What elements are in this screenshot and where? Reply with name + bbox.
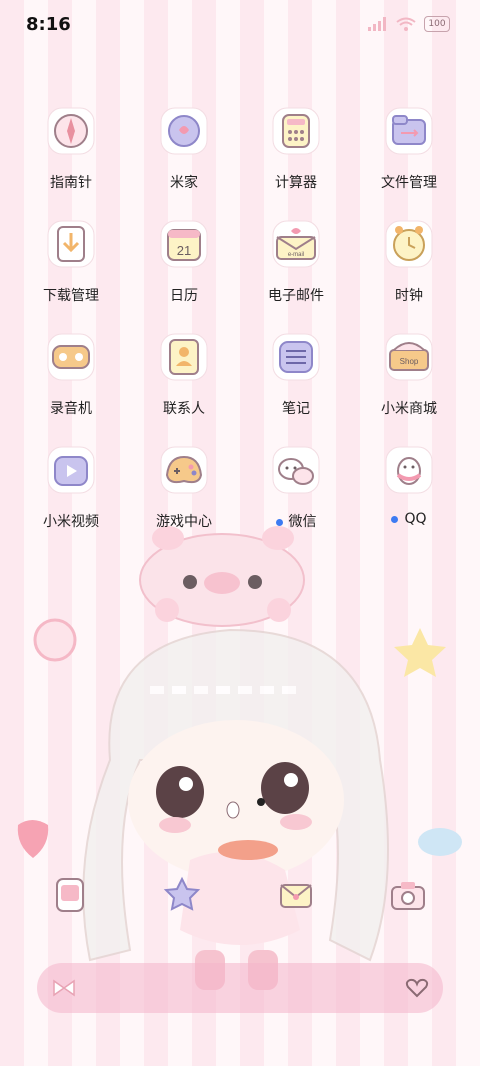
app-compass[interactable]: 指南针	[16, 106, 126, 192]
dock-phone[interactable]	[50, 875, 90, 919]
star-icon	[394, 628, 446, 677]
app-recorder[interactable]: 录音机	[16, 332, 126, 418]
app-calculator[interactable]: 计算器	[241, 106, 351, 192]
app-label: 小米视频	[43, 514, 99, 530]
app-file-manager[interactable]: 文件管理	[354, 106, 464, 192]
app-label: 下载管理	[43, 288, 99, 304]
file-manager-icon	[384, 106, 434, 156]
strawberry-icon	[17, 820, 49, 858]
mi-store-icon-text: Shop	[400, 357, 419, 366]
app-label: 时钟	[395, 288, 423, 304]
app-contacts[interactable]: 联系人	[129, 332, 239, 418]
mi-store-icon: Shop	[384, 332, 434, 382]
qq-icon	[384, 445, 434, 495]
app-mi-store[interactable]: Shop 小米商城	[354, 332, 464, 418]
game-center-icon	[159, 445, 209, 495]
bow-icon	[53, 979, 75, 997]
swirl-candy-icon	[33, 618, 77, 662]
app-label-text: 微信	[288, 514, 317, 530]
app-download-manager[interactable]: 下载管理	[16, 219, 126, 305]
messages-icon	[163, 876, 201, 911]
app-label: 指南针	[50, 175, 92, 191]
clock-icon	[384, 219, 434, 269]
dock-bar	[37, 963, 443, 1013]
app-label: 计算器	[275, 175, 317, 191]
phone-icon	[56, 878, 84, 912]
app-game-center[interactable]: 游戏中心	[129, 445, 239, 531]
app-label: 联系人	[163, 401, 205, 417]
app-clock[interactable]: 时钟	[354, 219, 464, 305]
download-icon	[46, 219, 96, 269]
video-icon	[46, 445, 96, 495]
app-label: 小米商城	[381, 401, 437, 417]
calendar-day-text: 21	[177, 243, 191, 258]
app-label: 电子邮件	[268, 288, 324, 304]
app-label: 录音机	[50, 401, 92, 417]
wechat-icon	[271, 445, 321, 495]
app-calendar[interactable]: 21 日历	[129, 219, 239, 305]
compass-icon	[46, 106, 96, 156]
app-notes[interactable]: 笔记	[241, 332, 351, 418]
dock-email[interactable]	[276, 875, 316, 919]
app-label: 米家	[170, 175, 198, 191]
camera-icon	[391, 882, 425, 910]
app-label: 文件管理	[381, 175, 437, 191]
app-label: 日历	[170, 288, 198, 304]
app-label: 微信	[241, 511, 351, 531]
mihome-icon	[159, 106, 209, 156]
calendar-icon: 21	[159, 219, 209, 269]
calculator-icon	[271, 106, 321, 156]
heart-icon	[405, 978, 429, 998]
app-email[interactable]: e-mail 电子邮件	[241, 219, 351, 305]
dock-messages[interactable]	[162, 875, 202, 919]
app-label: 游戏中心	[156, 514, 212, 530]
app-mi-video[interactable]: 小米视频	[16, 445, 126, 531]
app-wechat[interactable]: 微信	[241, 445, 351, 531]
app-label: QQ	[354, 511, 464, 527]
app-qq[interactable]: QQ	[354, 445, 464, 527]
contacts-icon	[159, 332, 209, 382]
fish-icon	[418, 828, 462, 856]
notification-dot	[275, 518, 283, 526]
recorder-icon	[46, 332, 96, 382]
email-dock-icon	[280, 884, 312, 908]
notification-dot	[391, 515, 399, 523]
dock-camera[interactable]	[388, 875, 428, 919]
email-icon: e-mail	[271, 219, 321, 269]
app-label: 笔记	[282, 401, 310, 417]
notes-icon	[271, 332, 321, 382]
email-icon-text: e-mail	[288, 252, 304, 258]
app-mihome[interactable]: 米家	[129, 106, 239, 192]
app-label-text: QQ	[404, 511, 427, 527]
